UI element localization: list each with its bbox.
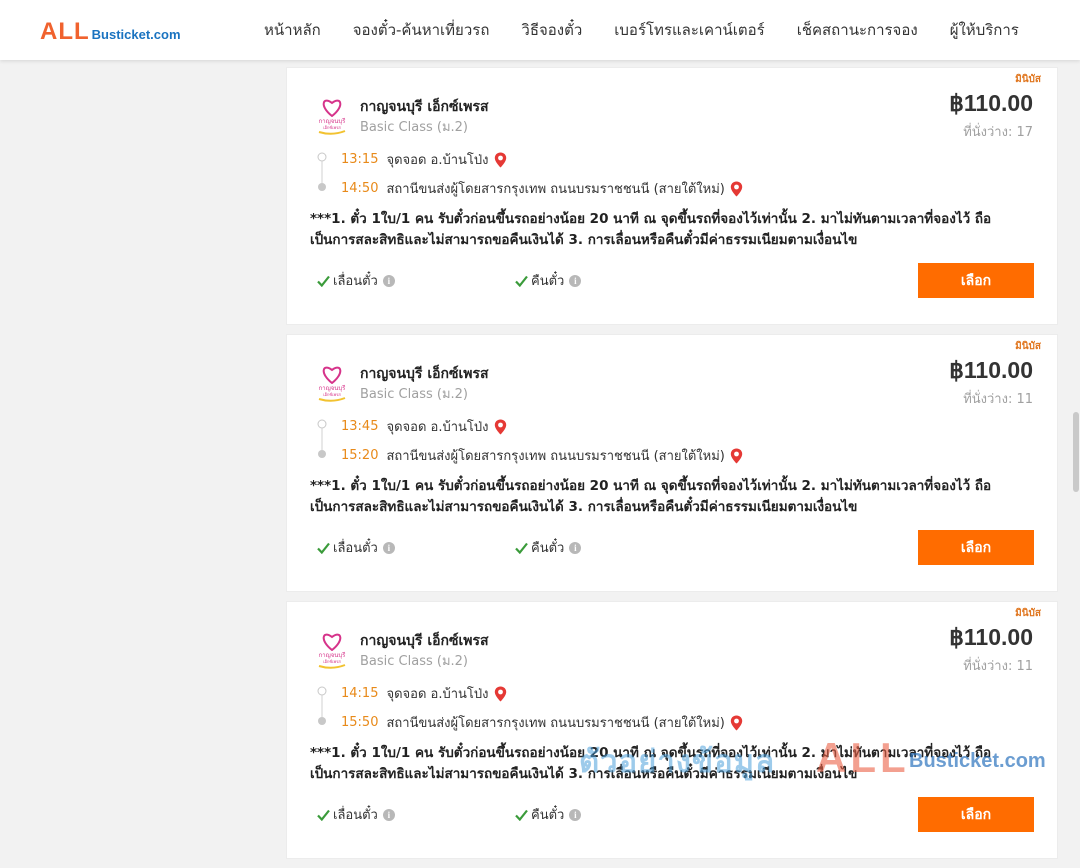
select-trip-button[interactable]: เลือก <box>918 263 1034 298</box>
info-icon[interactable]: i <box>382 808 395 821</box>
bus-class: Basic Class (ม.2) <box>360 654 468 669</box>
seats-available: ที่นั่งว่าง: 11 <box>963 392 1033 407</box>
operator-name: กาญจนบุรี เอ็กซ์เพรส <box>360 633 489 649</box>
arrival-place: สถานีขนส่งผู้โดยสารกรุงเทพ ถนนบรมราชชนนี… <box>386 449 725 464</box>
departure-time: 13:15 <box>341 152 379 167</box>
map-pin-icon[interactable] <box>730 715 743 731</box>
scrollbar-thumb[interactable] <box>1073 412 1079 492</box>
vehicle-type-badge: มินิบัส <box>1015 74 1041 85</box>
check-icon <box>317 542 330 554</box>
operator-name: กาญจนบุรี เอ็กซ์เพรส <box>360 366 489 382</box>
arrival-place: สถานีขนส่งผู้โดยสารกรุงเทพ ถนนบรมราชชนนี… <box>386 716 725 731</box>
ticket-conditions-note: ***1. ตั๋ว 1ใบ/1 คน รับตั๋วก่อนขึ้นรถอย่… <box>310 745 992 782</box>
feature-refund-label: คืนตั๋ว <box>531 808 565 823</box>
check-icon <box>515 275 528 287</box>
ticket-price: ฿110.00 <box>949 357 1033 383</box>
bus-class: Basic Class (ม.2) <box>360 387 468 402</box>
map-pin-icon[interactable] <box>494 419 507 435</box>
info-icon[interactable]: i <box>569 541 582 554</box>
svg-text:เอ็กซ์เพรส: เอ็กซ์เพรส <box>323 658 341 664</box>
feature-reschedule-label: เลื่อนตั๋ว <box>333 541 378 556</box>
operator-logo: กาญจนบุรี เอ็กซ์เพรส <box>316 366 348 402</box>
departure-place: จุดจอด อ.บ้านโป่ง <box>386 153 489 168</box>
select-trip-button[interactable]: เลือก <box>918 530 1034 565</box>
route-timeline-icon <box>317 686 327 725</box>
info-icon[interactable]: i <box>569 808 582 821</box>
ticket-price: ฿110.00 <box>949 624 1033 650</box>
feature-reschedule-label: เลื่อนตั๋ว <box>333 808 378 823</box>
feature-reschedule: เลื่อนตั๋ว i <box>317 804 395 825</box>
svg-text:เอ็กซ์เพรส: เอ็กซ์เพรส <box>323 124 341 130</box>
departure-time: 13:45 <box>341 419 379 434</box>
svg-text:เอ็กซ์เพรส: เอ็กซ์เพรส <box>323 391 341 397</box>
page-scrollbar[interactable] <box>1072 60 1080 800</box>
arrival-time: 15:20 <box>341 448 379 463</box>
trip-results-list: มินิบัส กาญจนบุรี เอ็กซ์เพรส กาญจนบุรี เ… <box>286 67 1058 868</box>
main-nav: หน้าหลัก จองตั๋ว-ค้นหาเที่ยวรถ วิธีจองตั… <box>248 0 1035 60</box>
vehicle-type-badge: มินิบัส <box>1015 608 1041 619</box>
departure-stop: 13:45 จุดจอด อ.บ้านโป่ง <box>341 416 507 437</box>
nav-check-status[interactable]: เช็คสถานะการจอง <box>797 18 918 42</box>
map-pin-icon[interactable] <box>730 448 743 464</box>
feature-reschedule: เลื่อนตั๋ว i <box>317 270 395 291</box>
check-icon <box>317 809 330 821</box>
nav-phone-counters[interactable]: เบอร์โทรและเคาน์เตอร์ <box>614 18 764 42</box>
logo-brand-text: Busticket.com <box>91 27 181 42</box>
info-icon[interactable]: i <box>382 541 395 554</box>
operator-name: กาญจนบุรี เอ็กซ์เพรส <box>360 99 489 115</box>
feature-refund-label: คืนตั๋ว <box>531 541 565 556</box>
operator-logo: กาญจนบุรี เอ็กซ์เพรส <box>316 99 348 135</box>
check-icon <box>515 809 528 821</box>
map-pin-icon[interactable] <box>494 686 507 702</box>
route-timeline-icon <box>317 152 327 191</box>
feature-refund: คืนตั๋ว i <box>515 537 582 558</box>
arrival-time: 15:50 <box>341 715 379 730</box>
arrival-stop: 15:50 สถานีขนส่งผู้โดยสารกรุงเทพ ถนนบรมร… <box>341 712 743 733</box>
departure-time: 14:15 <box>341 686 379 701</box>
trip-card: มินิบัส กาญจนบุรี เอ็กซ์เพรส กาญจนบุรี เ… <box>286 601 1058 859</box>
vehicle-type-badge: มินิบัส <box>1015 341 1041 352</box>
ticket-conditions-note: ***1. ตั๋ว 1ใบ/1 คน รับตั๋วก่อนขึ้นรถอย่… <box>310 211 992 248</box>
site-logo[interactable]: ALL Busticket.com <box>40 18 181 46</box>
svg-text:กาญจนบุรี: กาญจนบุรี <box>319 651 347 659</box>
map-pin-icon[interactable] <box>494 152 507 168</box>
trip-card: มินิบัส กาญจนบุรี เอ็กซ์เพรส กาญจนบุรี เ… <box>286 334 1058 592</box>
feature-refund-label: คืนตั๋ว <box>531 274 565 289</box>
svg-text:กาญจนบุรี: กาญจนบุรี <box>319 384 347 392</box>
check-icon <box>317 275 330 287</box>
top-header: ALL Busticket.com หน้าหลัก จองตั๋ว-ค้นหา… <box>0 0 1080 60</box>
select-trip-button[interactable]: เลือก <box>918 797 1034 832</box>
feature-refund: คืนตั๋ว i <box>515 270 582 291</box>
svg-text:กาญจนบุรี: กาญจนบุรี <box>319 117 347 125</box>
map-pin-icon[interactable] <box>730 181 743 197</box>
ticket-conditions-note: ***1. ตั๋ว 1ใบ/1 คน รับตั๋วก่อนขึ้นรถอย่… <box>310 478 992 515</box>
check-icon <box>515 542 528 554</box>
departure-place: จุดจอด อ.บ้านโป่ง <box>386 687 489 702</box>
arrival-place: สถานีขนส่งผู้โดยสารกรุงเทพ ถนนบรมราชชนนี… <box>386 182 725 197</box>
departure-place: จุดจอด อ.บ้านโป่ง <box>386 420 489 435</box>
route-timeline-icon <box>317 419 327 458</box>
trip-card: มินิบัส กาญจนบุรี เอ็กซ์เพรส กาญจนบุรี เ… <box>286 67 1058 325</box>
departure-stop: 13:15 จุดจอด อ.บ้านโป่ง <box>341 149 507 170</box>
feature-refund: คืนตั๋ว i <box>515 804 582 825</box>
operator-logo: กาญจนบุรี เอ็กซ์เพรส <box>316 633 348 669</box>
info-icon[interactable]: i <box>569 274 582 287</box>
nav-book-search[interactable]: จองตั๋ว-ค้นหาเที่ยวรถ <box>353 18 490 42</box>
arrival-stop: 15:20 สถานีขนส่งผู้โดยสารกรุงเทพ ถนนบรมร… <box>341 445 743 466</box>
departure-stop: 14:15 จุดจอด อ.บ้านโป่ง <box>341 683 507 704</box>
nav-operators[interactable]: ผู้ให้บริการ <box>950 18 1019 42</box>
arrival-time: 14:50 <box>341 181 379 196</box>
arrival-stop: 14:50 สถานีขนส่งผู้โดยสารกรุงเทพ ถนนบรมร… <box>341 178 743 199</box>
ticket-price: ฿110.00 <box>949 90 1033 116</box>
nav-home[interactable]: หน้าหลัก <box>264 18 321 42</box>
logo-all-text: ALL <box>40 18 90 45</box>
bus-class: Basic Class (ม.2) <box>360 120 468 135</box>
nav-how-to-book[interactable]: วิธีจองตั๋ว <box>521 18 582 42</box>
seats-available: ที่นั่งว่าง: 11 <box>963 659 1033 674</box>
info-icon[interactable]: i <box>382 274 395 287</box>
seats-available: ที่นั่งว่าง: 17 <box>963 125 1033 140</box>
feature-reschedule: เลื่อนตั๋ว i <box>317 537 395 558</box>
feature-reschedule-label: เลื่อนตั๋ว <box>333 274 378 289</box>
